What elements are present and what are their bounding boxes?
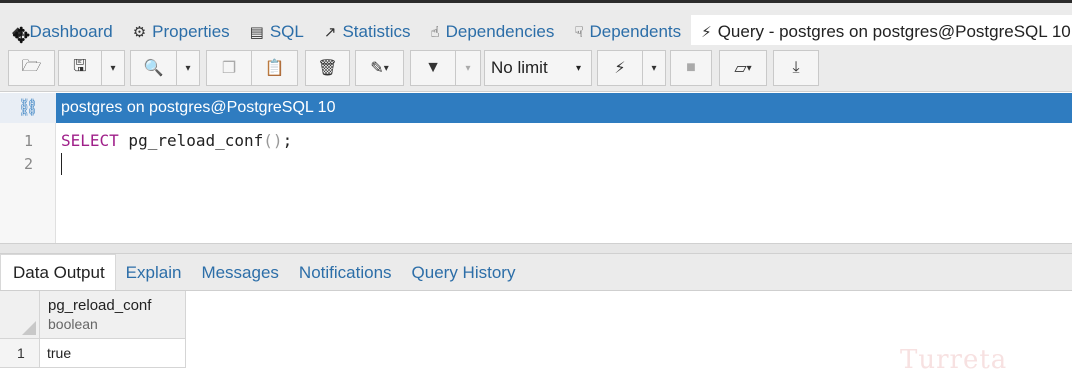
- sql-editor[interactable]: 1 2 SELECT pg_reload_conf();: [0, 123, 1072, 243]
- stop-icon: ■: [686, 59, 696, 76]
- bolt-icon: ⚡: [614, 60, 626, 77]
- line-number: 2: [23, 155, 33, 173]
- connection-bar: ⛓ postgres on postgres@PostgreSQL 10: [0, 93, 1072, 123]
- paste-icon: 📋: [264, 60, 285, 77]
- row-limit-value: No limit: [491, 58, 548, 77]
- row-number[interactable]: 1: [0, 339, 40, 368]
- code-line[interactable]: SELECT pg_reload_conf();: [61, 131, 292, 150]
- sql-semicolon: ;: [282, 131, 293, 150]
- hand-down-icon: ☟: [574, 23, 584, 41]
- file-icon: ▤: [249, 23, 264, 41]
- tab-dependents[interactable]: ☟ Dependents: [564, 15, 691, 48]
- tab-query[interactable]: ⚡ Query - postgres on postgres@PostgreSQ…: [691, 15, 1072, 48]
- column-header[interactable]: pg_reload_conf boolean: [40, 291, 186, 339]
- save-icon: 🖫: [73, 57, 87, 75]
- execute-dropdown-button[interactable]: ▾: [642, 50, 666, 86]
- tab-statistics[interactable]: ↗ Statistics: [314, 15, 421, 48]
- tab-label: Dependents: [589, 21, 682, 41]
- filter-dropdown-button[interactable]: ▾: [455, 50, 481, 86]
- stop-button[interactable]: ■: [670, 50, 712, 86]
- table-cell[interactable]: true: [40, 339, 186, 368]
- tab-messages[interactable]: Messages: [191, 256, 288, 290]
- tab-properties[interactable]: ⚙ Properties: [123, 15, 240, 48]
- clear-dropdown-button[interactable]: ▱ ▾: [719, 50, 767, 86]
- paste-button[interactable]: 📋: [251, 50, 298, 86]
- copy-button[interactable]: ❐: [206, 50, 252, 86]
- caret-down-icon: ▾: [465, 62, 471, 74]
- column-type: boolean: [48, 316, 98, 332]
- edit-icon: ✎: [370, 60, 384, 77]
- caret-down-icon: ▾: [185, 62, 191, 74]
- gears-icon: ⚙: [132, 23, 147, 41]
- tab-query-history[interactable]: Query History: [402, 256, 526, 290]
- hand-icon: ☝: [430, 23, 440, 41]
- search-icon: 🔍: [143, 60, 164, 77]
- tab-notifications[interactable]: Notifications: [289, 256, 402, 290]
- tab-data-output[interactable]: Data Output: [0, 254, 116, 290]
- sql-function: pg_reload_conf: [118, 131, 264, 150]
- find-button[interactable]: 🔍: [130, 50, 177, 86]
- download-button[interactable]: ⤓: [773, 50, 819, 86]
- tab-dependencies[interactable]: ☝ Dependencies: [420, 15, 564, 48]
- tab-label: Properties: [152, 21, 230, 41]
- caret-down-icon: ▾: [575, 62, 581, 74]
- filter-button[interactable]: ▼: [410, 50, 456, 86]
- caret-down-icon: ▾: [383, 62, 389, 74]
- tab-label: Query - postgres on postgres@PostgreSQL …: [717, 21, 1072, 41]
- caret-down-icon: ▾: [746, 62, 752, 74]
- top-tab-bar: ◆ Dashboard ⚙ Properties ▤ SQL ↗ Statist…: [0, 0, 1072, 48]
- watermark-logo: Turreta: [900, 345, 1008, 375]
- caret-down-icon: ▾: [110, 62, 116, 74]
- connection-status-button[interactable]: ⛓: [0, 93, 56, 123]
- delete-button[interactable]: 🗑: [305, 50, 350, 86]
- bolt-icon: ⚡: [701, 23, 712, 41]
- line-number-gutter: 1 2: [0, 123, 56, 243]
- find-dropdown-button[interactable]: ▾: [176, 50, 200, 86]
- top-tabs: ◆ Dashboard ⚙ Properties ▤ SQL ↗ Statist…: [0, 15, 1072, 48]
- connection-title: postgres on postgres@PostgreSQL 10: [61, 99, 336, 116]
- copy-icon: ❐: [221, 60, 237, 77]
- tab-label: Statistics: [342, 21, 411, 41]
- sql-keyword: SELECT: [61, 131, 119, 150]
- grid-select-all[interactable]: [0, 291, 40, 339]
- line-number: 1: [23, 132, 33, 150]
- select-all-triangle-icon: [22, 321, 36, 335]
- row-limit-select[interactable]: No limit ▾: [484, 50, 592, 86]
- tab-explain[interactable]: Explain: [116, 256, 192, 290]
- trash-icon: 🗑: [317, 60, 338, 77]
- panel-splitter[interactable]: [0, 243, 1072, 254]
- save-button[interactable]: 🖫: [58, 50, 102, 86]
- filter-icon: ▼: [425, 59, 441, 76]
- eraser-icon: ▱: [734, 60, 747, 77]
- query-toolbar: 🗁 🖫 ▾ 🔍 ▾ ❐ 📋 🗑 ✎ ▾ ▼ ▾ No limit ▾ ⚡ ▾ ■: [0, 45, 1072, 92]
- tab-label: Dependencies: [445, 21, 555, 41]
- save-dropdown-button[interactable]: ▾: [101, 50, 125, 86]
- tab-label: Dashboard: [29, 21, 113, 41]
- sql-parentheses: (): [263, 131, 283, 150]
- caret-down-icon: ▾: [651, 62, 657, 74]
- folder-open-icon: 🗁: [21, 57, 42, 75]
- tab-label: SQL: [269, 21, 304, 41]
- execute-button[interactable]: ⚡: [597, 50, 643, 86]
- tab-sql[interactable]: ▤ SQL: [240, 15, 314, 48]
- open-file-button[interactable]: 🗁: [8, 50, 55, 86]
- text-cursor: [61, 153, 62, 175]
- result-tabs: Data Output Explain Messages Notificatio…: [0, 254, 1072, 291]
- connection-link-icon: ⛓: [17, 98, 39, 117]
- column-name: pg_reload_conf: [48, 297, 152, 314]
- chart-line-icon: ↗: [323, 23, 337, 41]
- download-icon: ⤓: [792, 59, 800, 76]
- edit-dropdown-button[interactable]: ✎ ▾: [355, 50, 404, 86]
